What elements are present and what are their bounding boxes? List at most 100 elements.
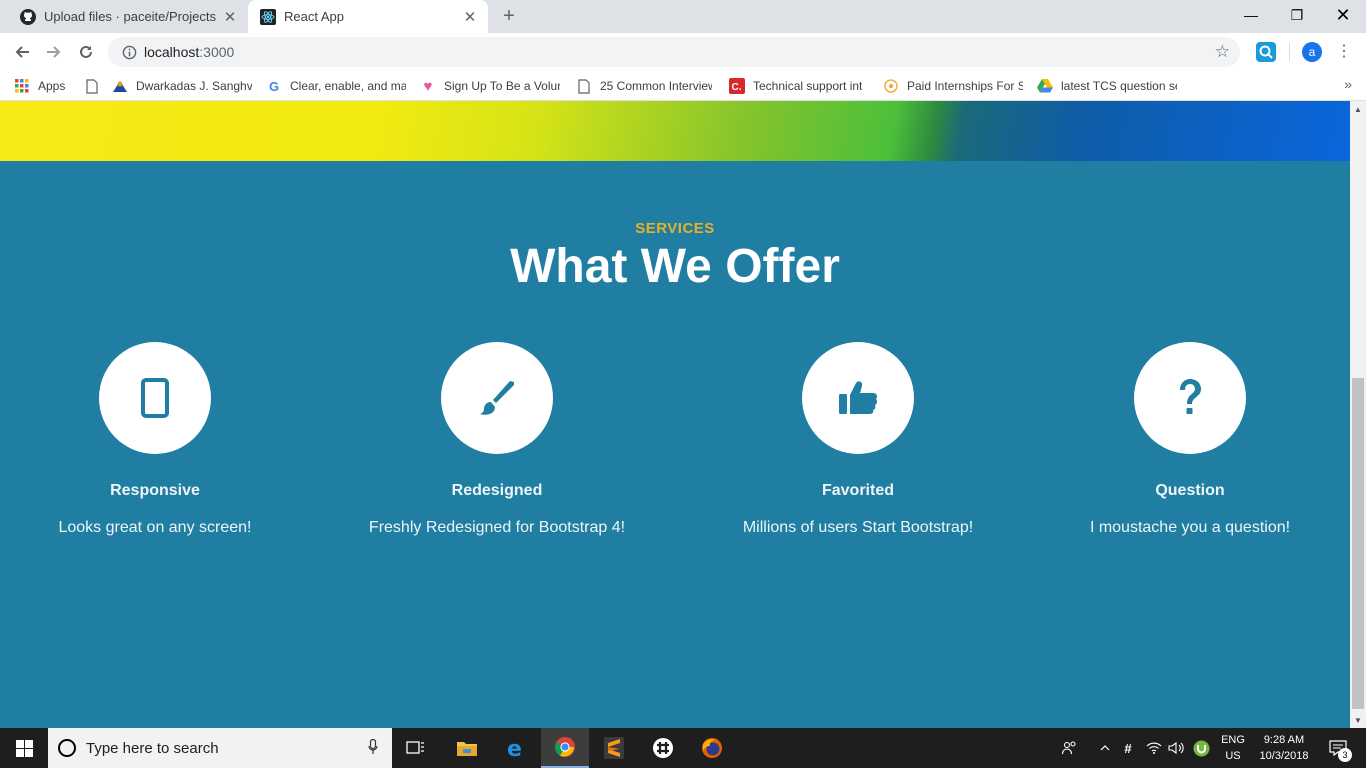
service-title: Favorited bbox=[821, 482, 894, 499]
tab-title: React App bbox=[284, 9, 344, 24]
microphone-icon[interactable] bbox=[368, 738, 378, 758]
notification-count-badge: 3 bbox=[1338, 748, 1352, 762]
bookmark-label: Apps bbox=[38, 79, 66, 93]
utorrent-icon[interactable] bbox=[1191, 728, 1211, 768]
firefox-icon[interactable] bbox=[688, 728, 736, 768]
bookmark-label: Sign Up To Be a Volun bbox=[444, 79, 560, 93]
bookmarks-bar: Apps Dwarkadas J. Sanghvi G Clear, enabl… bbox=[0, 71, 1366, 101]
input-language[interactable]: ENG US bbox=[1218, 732, 1248, 764]
tab-react-app[interactable]: React App ✕ bbox=[248, 0, 488, 33]
extension-search-icon[interactable] bbox=[1256, 42, 1276, 62]
bookmark-label: Dwarkadas J. Sanghvi bbox=[136, 79, 252, 93]
service-icon-circle bbox=[802, 342, 914, 454]
service-icon-circle bbox=[1134, 342, 1246, 454]
slack-icon[interactable] bbox=[639, 728, 687, 768]
tab-github[interactable]: Upload files · paceite/Projects ✕ bbox=[0, 0, 248, 33]
mobile-phone-icon bbox=[141, 378, 169, 418]
college-logo-icon bbox=[112, 78, 128, 94]
close-tab-icon[interactable]: ✕ bbox=[218, 5, 242, 29]
bookmark-label: latest TCS question se bbox=[1061, 79, 1177, 93]
scroll-thumb[interactable] bbox=[1352, 378, 1364, 709]
bookmark-label: Paid Internships For S bbox=[907, 79, 1023, 93]
address-bar[interactable]: localhost:3000 ☆ bbox=[108, 37, 1240, 67]
menu-icon[interactable]: ⋮ bbox=[1334, 42, 1354, 62]
service-description: Freshly Redesigned for Bootstrap 4! bbox=[368, 519, 626, 536]
windows-logo-icon bbox=[15, 739, 33, 757]
bookmark-technical-support[interactable]: C. Technical support int bbox=[729, 77, 869, 95]
google-icon: G bbox=[268, 78, 280, 94]
taskbar-search-box[interactable]: Type here to search bbox=[48, 728, 392, 768]
arrow-right-icon bbox=[47, 46, 61, 58]
page-viewport: SERVICES What We Offer Responsive Looks … bbox=[0, 101, 1350, 728]
service-icon-circle bbox=[441, 342, 553, 454]
wifi-icon[interactable] bbox=[1145, 728, 1163, 768]
sublime-text-icon[interactable] bbox=[590, 728, 638, 768]
language-code: ENG bbox=[1221, 734, 1245, 746]
action-center-button[interactable]: 3 bbox=[1318, 728, 1358, 768]
service-icon-circle bbox=[99, 342, 211, 454]
search-placeholder: Type here to search bbox=[86, 739, 219, 757]
tab-title: Upload files · paceite/Projects bbox=[44, 9, 216, 24]
service-title: Question bbox=[1155, 482, 1225, 499]
svg-text:e: e bbox=[507, 737, 522, 759]
bookmark-label: 25 Common Interview bbox=[600, 79, 712, 93]
info-icon[interactable] bbox=[114, 45, 144, 60]
service-question: Question I moustache you a question! bbox=[1020, 342, 1350, 537]
people-icon[interactable] bbox=[1060, 728, 1080, 768]
divider bbox=[1289, 43, 1290, 61]
reload-icon bbox=[80, 45, 92, 58]
reload-button[interactable] bbox=[72, 38, 100, 66]
show-hidden-icons-chevron-icon[interactable] bbox=[1098, 728, 1112, 768]
paint-brush-icon bbox=[480, 381, 514, 415]
page-scrollbar[interactable]: ▲ ▼ bbox=[1350, 101, 1366, 728]
scroll-up-arrow-icon[interactable]: ▲ bbox=[1350, 101, 1366, 117]
avatar[interactable]: a bbox=[1302, 42, 1322, 62]
new-tab-button[interactable]: + bbox=[497, 4, 521, 28]
service-favorited: Favorited Millions of users Start Bootst… bbox=[688, 342, 1028, 537]
start-button[interactable] bbox=[0, 728, 48, 768]
service-redesigned: Redesigned Freshly Redesigned for Bootst… bbox=[327, 342, 667, 537]
clock-date: 10/3/2018 bbox=[1259, 750, 1309, 762]
volume-icon[interactable] bbox=[1167, 728, 1185, 768]
bookmark-internships[interactable]: Paid Internships For S bbox=[883, 77, 1023, 95]
bookmark-google[interactable]: G Clear, enable, and ma bbox=[266, 77, 406, 95]
heart-icon: ♥ bbox=[423, 77, 433, 95]
bookmark-tcs[interactable]: latest TCS question se bbox=[1037, 77, 1177, 95]
page-icon bbox=[84, 78, 100, 94]
windows-taskbar: Type here to search e # ENG US 9:28 AM 1… bbox=[0, 728, 1366, 768]
region-code: US bbox=[1225, 750, 1241, 762]
scroll-down-arrow-icon[interactable]: ▼ bbox=[1350, 712, 1366, 728]
file-explorer-icon[interactable] bbox=[443, 728, 491, 768]
browser-toolbar: localhost:3000 ☆ ⋮ bbox=[0, 33, 1366, 71]
minimize-button[interactable]: — bbox=[1228, 0, 1274, 30]
clock[interactable]: 9:28 AM 10/3/2018 bbox=[1252, 732, 1316, 764]
forward-button[interactable] bbox=[40, 38, 68, 66]
service-description: Looks great on any screen! bbox=[58, 519, 252, 536]
restore-button[interactable]: ❐ bbox=[1274, 0, 1320, 30]
react-icon bbox=[260, 8, 276, 25]
close-window-button[interactable]: ✕ bbox=[1320, 0, 1366, 30]
bookmark-djsce[interactable]: Dwarkadas J. Sanghvi bbox=[112, 77, 252, 95]
url-port: :3000 bbox=[199, 44, 235, 60]
bookmark-star-icon[interactable]: ☆ bbox=[1215, 42, 1230, 62]
bookmark-volunteer[interactable]: ♥ Sign Up To Be a Volun bbox=[420, 77, 560, 95]
close-tab-icon[interactable]: ✕ bbox=[458, 5, 482, 29]
service-title: Responsive bbox=[110, 482, 200, 499]
arrow-left-icon bbox=[15, 46, 29, 58]
bookmark-page[interactable] bbox=[84, 77, 102, 95]
bookmarks-overflow-icon[interactable]: » bbox=[1344, 76, 1352, 92]
service-responsive: Responsive Looks great on any screen! bbox=[0, 342, 325, 537]
chrome-icon[interactable] bbox=[541, 728, 589, 768]
clock-time: 9:28 AM bbox=[1263, 734, 1305, 746]
thumbs-up-icon bbox=[839, 381, 878, 414]
edge-browser-icon[interactable]: e bbox=[492, 728, 540, 768]
internship-site-icon bbox=[883, 78, 899, 94]
back-button[interactable] bbox=[8, 38, 36, 66]
bookmark-apps[interactable]: Apps bbox=[14, 77, 74, 95]
page-icon bbox=[576, 78, 592, 94]
bookmark-interview[interactable]: 25 Common Interview bbox=[576, 77, 712, 95]
network-hash-icon[interactable]: # bbox=[1120, 728, 1136, 768]
section-heading: What We Offer bbox=[510, 240, 840, 293]
task-view-icon[interactable] bbox=[392, 728, 440, 768]
url-host: localhost bbox=[144, 44, 200, 60]
